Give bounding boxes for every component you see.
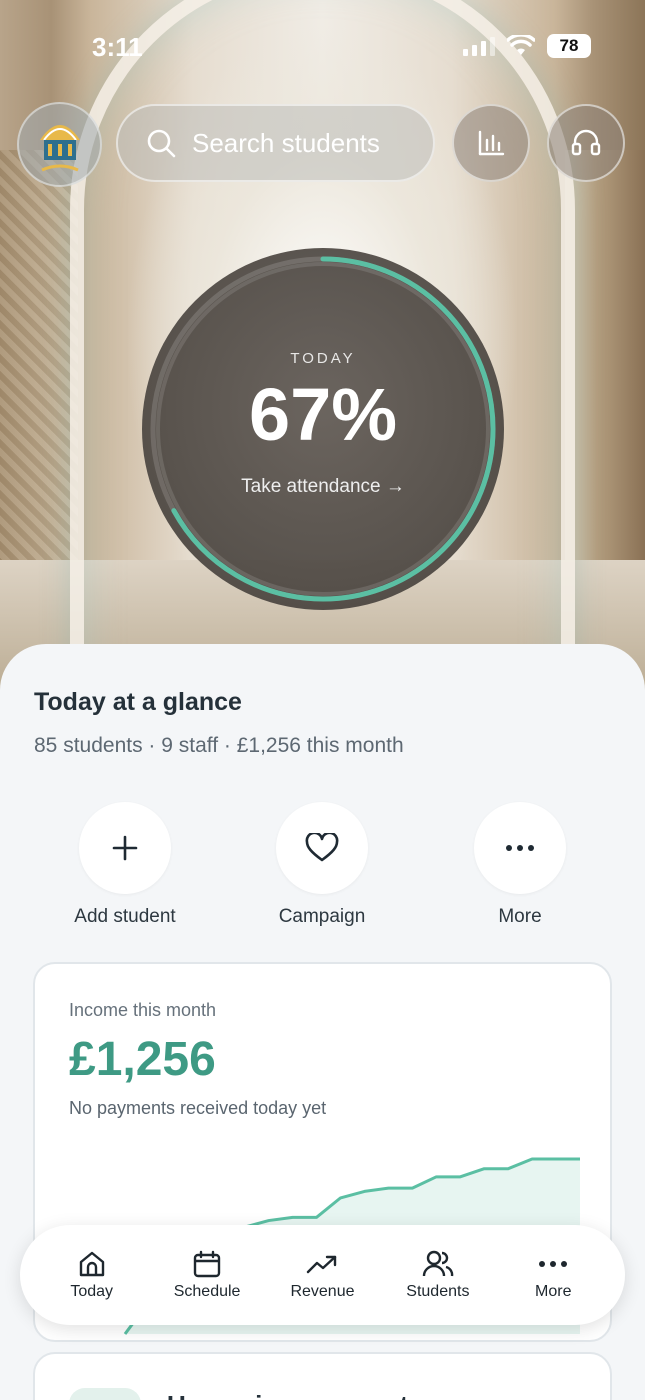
signal-icon: [463, 37, 495, 56]
status-icons: 78: [463, 34, 591, 58]
tab-more-label: More: [535, 1283, 572, 1300]
income-label: Income this month: [69, 1000, 217, 1020]
more-button[interactable]: [474, 802, 566, 894]
tab-revenue-label: Revenue: [290, 1283, 355, 1300]
search-placeholder: Search students: [192, 127, 380, 158]
ellipsis-icon: [506, 845, 534, 851]
heart-icon: [305, 833, 339, 862]
add-student-label: Add student: [74, 906, 176, 927]
tab-today-label: Today: [70, 1283, 114, 1300]
attendance-percent: 67%: [248, 373, 398, 456]
reports-button[interactable]: [452, 104, 530, 182]
left-pillar: [0, 150, 78, 600]
plus-icon: [112, 835, 138, 861]
mosque-logo-icon: [39, 124, 80, 171]
headset-icon: [571, 129, 601, 156]
income-amount: £1,256: [69, 1033, 216, 1086]
add-student-action[interactable]: Add student: [55, 802, 195, 928]
tab-schedule-label: Schedule: [173, 1283, 241, 1300]
attendance-ring[interactable]: TODAY 67% Take attendance →: [142, 248, 504, 610]
mosque-logo[interactable]: [17, 102, 102, 187]
glance-title: Today at a glance: [34, 688, 242, 716]
status-time: 3:11: [92, 32, 143, 62]
glance-subtitle: 85 students · 9 staff · £1,256 this mont…: [34, 734, 404, 757]
tab-schedule[interactable]: Schedule: [152, 1249, 262, 1301]
attendance-label: TODAY: [290, 350, 356, 367]
tab-students-label: Students: [406, 1283, 470, 1300]
more-label: More: [498, 906, 542, 927]
campaign-action[interactable]: Campaign: [252, 802, 392, 928]
tab-students[interactable]: Students: [383, 1249, 493, 1301]
trend-up-icon: [307, 1255, 337, 1274]
calendar-icon: [193, 1250, 221, 1278]
support-button[interactable]: [547, 104, 625, 182]
home-icon: [79, 1251, 104, 1277]
bottom-tab-bar: Today Schedule Revenue Students More: [20, 1225, 625, 1325]
more-action[interactable]: More: [450, 802, 590, 928]
wifi-icon: [507, 35, 535, 55]
income-note: No payments received today yet: [69, 1098, 327, 1118]
campaign-label: Campaign: [278, 906, 366, 927]
bar-chart-icon: [478, 130, 505, 156]
add-student-button[interactable]: [79, 802, 171, 894]
ellipsis-icon: [539, 1261, 568, 1267]
battery-indicator: 78: [547, 34, 591, 58]
search-bar[interactable]: Search students: [116, 104, 435, 182]
campaign-button[interactable]: [276, 802, 368, 894]
upcoming-payments-title: Upcoming payments: [167, 1390, 423, 1400]
right-pillar: [565, 150, 645, 600]
search-icon: [147, 129, 176, 158]
upcoming-payments-card[interactable]: Upcoming payments: [33, 1352, 612, 1400]
tab-revenue[interactable]: Revenue: [267, 1249, 377, 1301]
take-attendance-link[interactable]: Take attendance →: [142, 476, 504, 498]
users-icon: [422, 1250, 454, 1277]
tab-today[interactable]: Today: [37, 1249, 147, 1301]
tab-more[interactable]: More: [498, 1249, 608, 1301]
card-icon-box: [69, 1388, 141, 1400]
